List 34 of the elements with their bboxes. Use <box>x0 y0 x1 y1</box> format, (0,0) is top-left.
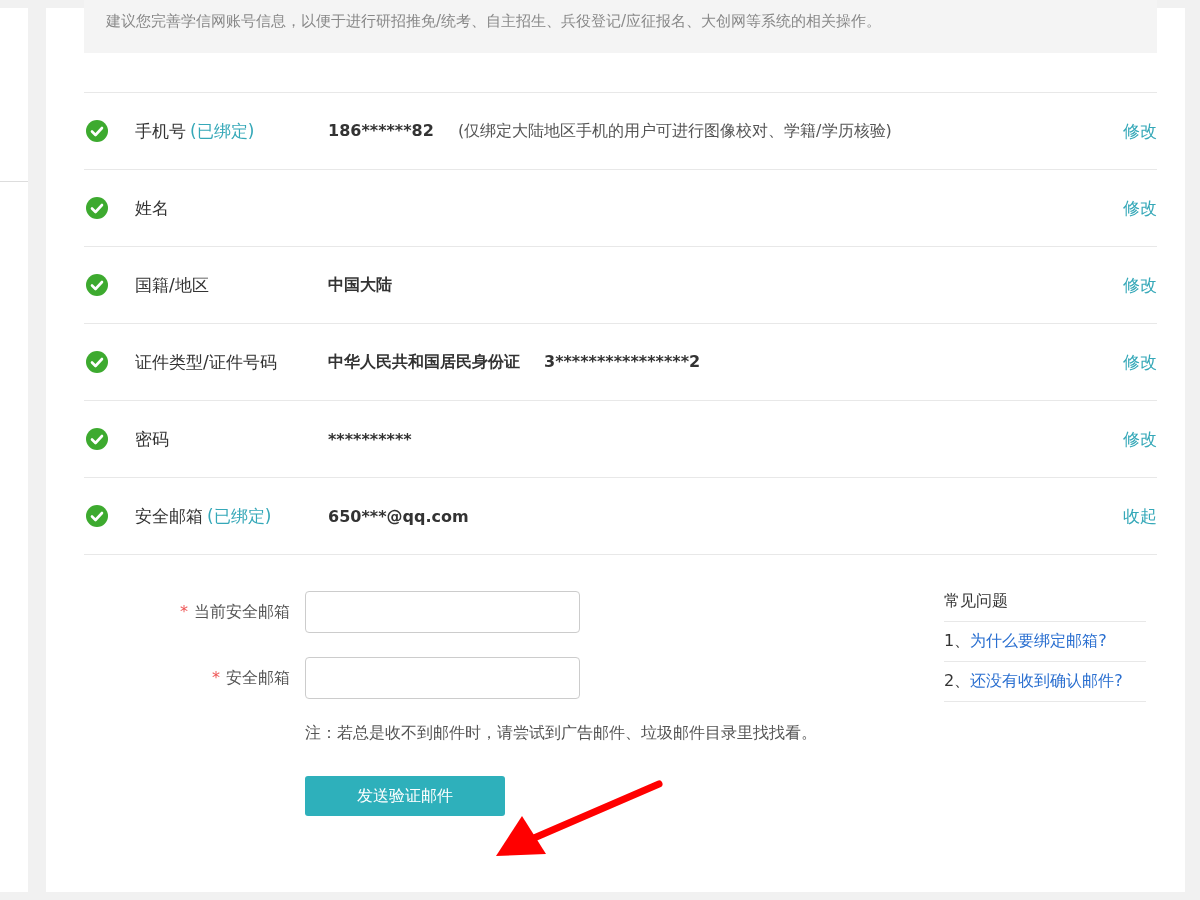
field-note: (仅绑定大陆地区手机的用户可进行图像校对、学籍/学历核验) <box>457 120 892 142</box>
field-value: 3****************2 <box>544 351 701 373</box>
field-value: 中国大陆 <box>328 274 392 296</box>
field-value: 186******82 <box>328 120 434 142</box>
field-label: 密码 <box>135 427 169 451</box>
required-mark: * <box>180 601 188 621</box>
field-label: 姓名 <box>135 196 169 220</box>
faq-link[interactable]: 还没有收到确认邮件? <box>970 671 1123 690</box>
faq-number: 2、 <box>944 671 971 690</box>
email-input[interactable] <box>305 657 580 699</box>
email-input[interactable] <box>305 591 580 633</box>
edit-link[interactable]: 修改 <box>1123 427 1157 451</box>
send-email-button[interactable]: 发送验证邮件 <box>305 776 505 816</box>
edit-link[interactable]: 修改 <box>1123 273 1157 297</box>
bound-status: (已绑定) <box>190 119 255 143</box>
edit-link[interactable]: 收起 <box>1123 504 1157 528</box>
field-label: 证件类型/证件号码 <box>135 350 277 374</box>
edit-link[interactable]: 修改 <box>1123 196 1157 220</box>
faq-title: 常见问题 <box>944 591 1146 622</box>
field-value: ********** <box>328 429 412 449</box>
field-label: 手机号 <box>135 119 186 143</box>
field-label: 当前安全邮箱 <box>194 601 290 621</box>
field-label: 国籍/地区 <box>135 273 209 297</box>
field-label: 安全邮箱 <box>226 667 290 687</box>
field-value: 中华人民共和国居民身份证 <box>328 351 520 373</box>
faq-link[interactable]: 为什么要绑定邮箱? <box>970 631 1107 650</box>
hint-text: 注：若总是收不到邮件时，请尝试到广告邮件、垃圾邮件目录里找找看。 <box>305 723 818 744</box>
bound-status: (已绑定) <box>207 504 272 528</box>
edit-link[interactable]: 修改 <box>1123 119 1157 143</box>
field-label: 安全邮箱 <box>135 504 203 528</box>
field-value: 650***@qq.com <box>328 506 469 526</box>
required-mark: * <box>212 667 220 687</box>
faq-number: 1、 <box>944 631 971 650</box>
edit-link[interactable]: 修改 <box>1123 350 1157 374</box>
